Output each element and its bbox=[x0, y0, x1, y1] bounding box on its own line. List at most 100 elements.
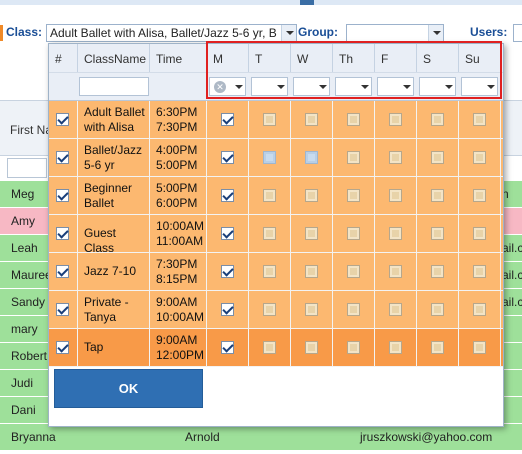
col-time[interactable]: Time bbox=[150, 44, 207, 72]
day-checkbox[interactable] bbox=[389, 113, 402, 126]
time-cell: 9:00AM 12:00PM bbox=[150, 329, 207, 367]
day-checkbox[interactable] bbox=[389, 341, 402, 354]
users-label: Users: bbox=[470, 25, 508, 39]
row-checkbox[interactable] bbox=[56, 265, 69, 278]
day-checkbox[interactable] bbox=[389, 303, 402, 316]
day-checkbox[interactable] bbox=[389, 265, 402, 278]
day-checkbox[interactable] bbox=[263, 113, 276, 126]
day-checkbox[interactable] bbox=[263, 227, 276, 240]
row-select-cell bbox=[49, 177, 78, 215]
top-strip bbox=[0, 0, 522, 8]
day-cell bbox=[291, 329, 333, 367]
day-checkbox[interactable] bbox=[263, 341, 276, 354]
class-row[interactable]: Beginner Ballet 5:00PM 6:00PM bbox=[49, 177, 503, 215]
class-select[interactable]: Adult Ballet with Alisa, Ballet/Jazz 5-6… bbox=[46, 24, 297, 42]
class-time: 10:00AM 11:00AM bbox=[156, 219, 205, 248]
class-row[interactable]: Guest Class 10:00AM 11:00AM bbox=[49, 215, 503, 255]
row-checkbox[interactable] bbox=[56, 189, 69, 202]
class-row[interactable]: Adult Ballet with Alisa 6:30PM 7:30PM bbox=[49, 101, 503, 139]
day-checkbox[interactable] bbox=[263, 303, 276, 316]
day-checkbox[interactable] bbox=[347, 265, 360, 278]
chevron-down-icon[interactable] bbox=[281, 25, 296, 41]
row-checkbox[interactable] bbox=[56, 303, 69, 316]
day-checkbox[interactable] bbox=[473, 341, 486, 354]
table-row[interactable]: Bryanna Arnold jruszkowski@yahoo.com bbox=[0, 424, 522, 451]
day-cell bbox=[459, 101, 501, 139]
class-select-value: Adult Ballet with Alisa, Ballet/Jazz 5-6… bbox=[50, 26, 277, 40]
day-checkbox[interactable] bbox=[473, 113, 486, 126]
day-checkbox[interactable] bbox=[431, 151, 444, 164]
day-cell bbox=[333, 253, 375, 291]
day-checkbox[interactable] bbox=[389, 151, 402, 164]
classname-cell: Adult Ballet with Alisa bbox=[78, 101, 150, 139]
day-cell bbox=[207, 329, 249, 367]
day-checkbox[interactable] bbox=[263, 265, 276, 278]
day-cell bbox=[375, 101, 417, 139]
day-checkbox[interactable] bbox=[305, 303, 318, 316]
day-checkbox[interactable] bbox=[431, 113, 444, 126]
day-cell bbox=[333, 329, 375, 367]
row-checkbox[interactable] bbox=[56, 341, 69, 354]
class-time: 4:00PM 5:00PM bbox=[156, 143, 198, 172]
day-checkbox[interactable] bbox=[221, 113, 234, 126]
day-cell bbox=[249, 177, 291, 215]
row-first-name: Robert bbox=[11, 349, 48, 363]
day-cell bbox=[207, 139, 249, 177]
day-checkbox[interactable] bbox=[305, 341, 318, 354]
day-checkbox[interactable] bbox=[473, 189, 486, 202]
class-row[interactable]: Ballet/Jazz 5-6 yr 4:00PM 5:00PM bbox=[49, 139, 503, 177]
day-checkbox[interactable] bbox=[305, 113, 318, 126]
group-select[interactable] bbox=[346, 24, 444, 42]
class-row[interactable]: Jazz 7-10 7:30PM 8:15PM bbox=[49, 253, 503, 291]
ok-button[interactable]: OK bbox=[54, 369, 203, 408]
day-checkbox[interactable] bbox=[431, 265, 444, 278]
class-row[interactable]: Tap 9:00AM 12:00PM bbox=[49, 329, 503, 367]
day-checkbox[interactable] bbox=[347, 227, 360, 240]
day-checkbox[interactable] bbox=[347, 341, 360, 354]
day-checkbox[interactable] bbox=[221, 341, 234, 354]
row-checkbox[interactable] bbox=[56, 227, 69, 240]
day-cell bbox=[291, 215, 333, 253]
chevron-down-icon[interactable] bbox=[428, 25, 443, 41]
day-checkbox[interactable] bbox=[305, 151, 318, 164]
day-cell bbox=[417, 101, 459, 139]
day-checkbox[interactable] bbox=[347, 189, 360, 202]
day-checkbox[interactable] bbox=[263, 189, 276, 202]
day-checkbox[interactable] bbox=[347, 303, 360, 316]
classname-cell: Private - Tanya bbox=[78, 291, 150, 329]
day-checkbox[interactable] bbox=[221, 265, 234, 278]
day-checkbox[interactable] bbox=[347, 151, 360, 164]
users-select[interactable] bbox=[513, 24, 522, 42]
class-time: 5:00PM 6:00PM bbox=[156, 181, 198, 210]
class-row[interactable]: Private - Tanya 9:00AM 10:00AM bbox=[49, 291, 503, 329]
row-first-name: Dani bbox=[11, 403, 36, 417]
row-email-clipped: ail.c bbox=[502, 241, 522, 255]
day-checkbox[interactable] bbox=[305, 189, 318, 202]
col-classname[interactable]: ClassName bbox=[78, 44, 150, 72]
day-checkbox[interactable] bbox=[221, 151, 234, 164]
classname-filter[interactable] bbox=[79, 77, 149, 96]
day-checkbox[interactable] bbox=[431, 341, 444, 354]
day-checkbox[interactable] bbox=[389, 227, 402, 240]
day-checkbox[interactable] bbox=[389, 189, 402, 202]
day-checkbox[interactable] bbox=[473, 151, 486, 164]
day-cell bbox=[459, 215, 501, 253]
day-checkbox[interactable] bbox=[431, 303, 444, 316]
day-checkbox[interactable] bbox=[221, 227, 234, 240]
first-name-header[interactable]: First Na bbox=[10, 123, 52, 137]
day-cell bbox=[249, 253, 291, 291]
row-checkbox[interactable] bbox=[56, 113, 69, 126]
day-checkbox[interactable] bbox=[431, 189, 444, 202]
day-checkbox[interactable] bbox=[473, 265, 486, 278]
day-checkbox[interactable] bbox=[263, 151, 276, 164]
day-checkbox[interactable] bbox=[221, 303, 234, 316]
day-checkbox[interactable] bbox=[347, 113, 360, 126]
day-checkbox[interactable] bbox=[221, 189, 234, 202]
day-checkbox[interactable] bbox=[431, 227, 444, 240]
day-checkbox[interactable] bbox=[473, 303, 486, 316]
day-checkbox[interactable] bbox=[305, 265, 318, 278]
day-checkbox[interactable] bbox=[305, 227, 318, 240]
first-name-filter[interactable] bbox=[7, 158, 47, 178]
day-checkbox[interactable] bbox=[473, 227, 486, 240]
row-checkbox[interactable] bbox=[56, 151, 69, 164]
